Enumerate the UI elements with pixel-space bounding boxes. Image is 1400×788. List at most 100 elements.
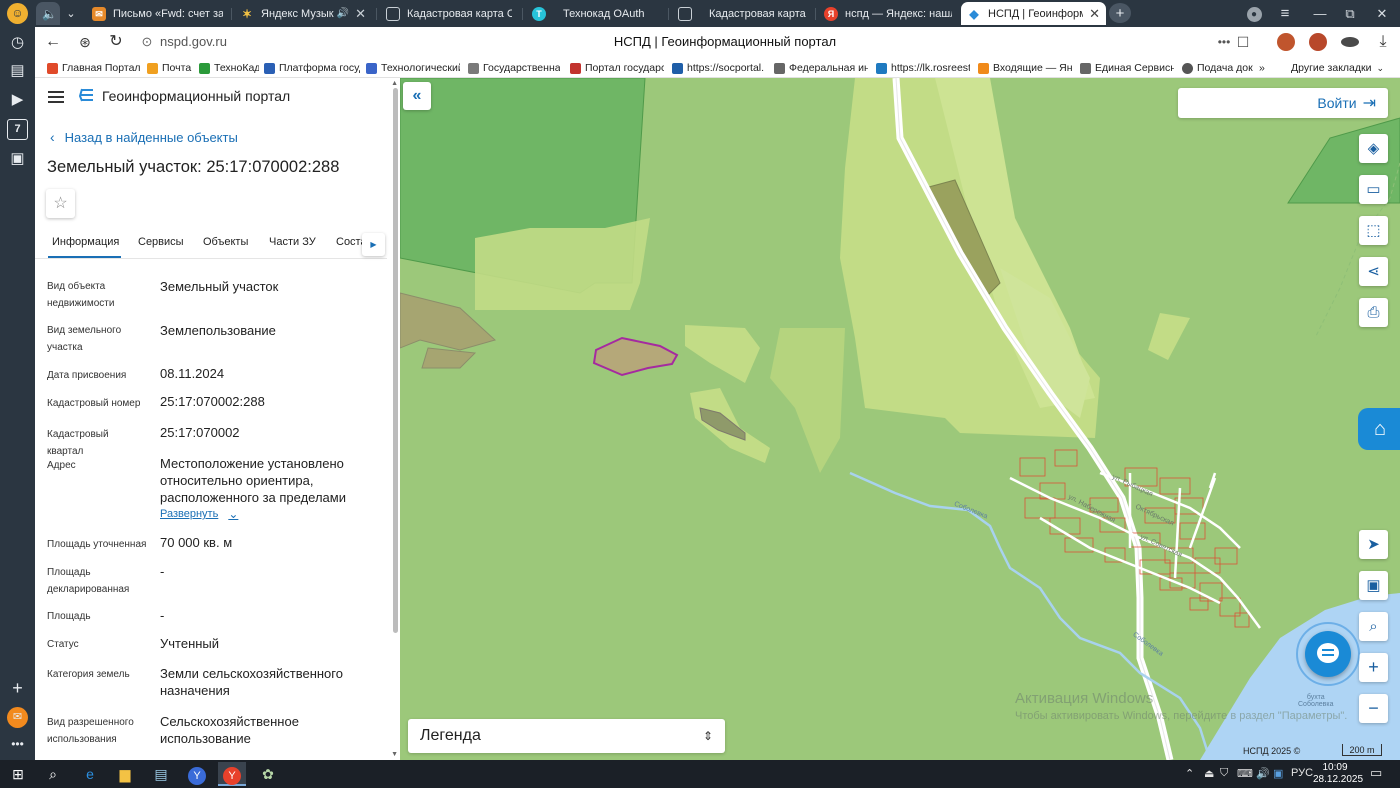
shield-tray-icon[interactable]: ⛉ bbox=[1220, 767, 1228, 780]
profile-avatar-icon[interactable]: ☺ bbox=[7, 3, 28, 24]
bookmark-item[interactable]: https://lk.rosreest bbox=[876, 60, 970, 76]
chat-button[interactable] bbox=[1305, 631, 1351, 677]
bookmark-item[interactable]: https://socportal. bbox=[672, 60, 766, 76]
notifications-icon[interactable]: ▭ bbox=[1370, 765, 1382, 781]
map-canvas[interactable]: ул. Набережная ул. Рыбацкая Октябрьская … bbox=[400, 78, 1400, 760]
bookmark-button[interactable]: ☐ bbox=[1232, 31, 1254, 53]
extension-1-icon[interactable] bbox=[1277, 33, 1295, 51]
screenshot-icon[interactable]: ▣ bbox=[7, 148, 28, 169]
search-location-button[interactable]: ⌕ bbox=[1359, 612, 1388, 641]
tab-services[interactable]: Сервисы bbox=[138, 236, 184, 248]
app-button[interactable]: ▤ bbox=[147, 762, 175, 786]
notes-icon[interactable]: ▤ bbox=[7, 60, 28, 81]
calendar-icon[interactable]: 7 bbox=[7, 119, 28, 140]
bookmark-item[interactable]: Подача док bbox=[1182, 60, 1258, 76]
site-info-button[interactable]: ⊙ bbox=[136, 31, 158, 53]
bookmark-item[interactable]: Государственная bbox=[468, 60, 560, 76]
url-domain[interactable]: nspd.gov.ru bbox=[160, 34, 227, 49]
back-button[interactable]: ← bbox=[42, 31, 64, 53]
panel-scrollbar[interactable] bbox=[393, 88, 398, 633]
zoom-out-button[interactable]: − bbox=[1359, 694, 1388, 723]
tab-technokad[interactable]: T Технокад OAuth bbox=[526, 2, 664, 25]
start-button[interactable]: ⊞ bbox=[4, 762, 32, 786]
tab-objects[interactable]: Объекты bbox=[203, 236, 248, 248]
yandex-browser-button[interactable]: Y bbox=[218, 762, 246, 786]
assistant-tab-button[interactable]: ⌂ bbox=[1358, 408, 1400, 450]
share-button[interactable]: ⋖ bbox=[1359, 257, 1388, 286]
back-to-results-link[interactable]: ‹ Назад в найденные объекты bbox=[50, 129, 238, 145]
new-tab-button[interactable]: + bbox=[1109, 3, 1131, 23]
login-button[interactable]: Войти ⇥ bbox=[1178, 88, 1388, 118]
usb-icon[interactable]: ⏏ bbox=[1204, 767, 1214, 780]
legend-button[interactable]: Легенда ⇕ bbox=[408, 719, 725, 753]
restore-button[interactable]: ⧉ bbox=[1335, 0, 1365, 27]
account-button[interactable]: ● bbox=[1239, 0, 1269, 27]
clock[interactable]: 10:09 28.12.2025 bbox=[1313, 762, 1363, 786]
tool-button[interactable]: ✿ bbox=[254, 762, 282, 786]
scroll-down-arrow[interactable]: ▼ bbox=[391, 751, 398, 758]
bookmark-item[interactable]: Федеральная инф bbox=[774, 60, 868, 76]
bookmark-item[interactable]: Платформа госуд bbox=[264, 60, 360, 76]
bookmark-item[interactable]: Единая Сервисна bbox=[1080, 60, 1174, 76]
url-page-title[interactable]: НСПД | Геоинформационный портал bbox=[555, 34, 895, 49]
extension-3-icon[interactable] bbox=[1341, 37, 1359, 47]
hamburger-icon: ≡ bbox=[1280, 5, 1290, 22]
bookmark-item[interactable]: Почта bbox=[147, 60, 195, 76]
tab-mail[interactable]: ✉ Письмо «Fwd: счет за де bbox=[86, 2, 229, 25]
bookmark-item[interactable]: Входящие — Янде bbox=[978, 60, 1072, 76]
ie-button[interactable]: e bbox=[76, 762, 104, 786]
tab-cadastral-map-2[interactable]: Кадастровая карта Сибир bbox=[672, 2, 812, 25]
print-button[interactable]: ⎙ bbox=[1359, 298, 1388, 327]
player-icon[interactable]: ▶ bbox=[7, 89, 28, 110]
language-indicator[interactable]: РУС bbox=[1291, 767, 1313, 779]
volume-icon[interactable]: 🔊 bbox=[1256, 767, 1270, 780]
bookmark-item[interactable]: Портал государст bbox=[570, 60, 664, 76]
my-location-button[interactable]: ➤ bbox=[1359, 530, 1388, 559]
tab-cadastral-map-1[interactable]: Кадастровая карта Сибир bbox=[380, 2, 518, 25]
collapse-panel-button[interactable]: « bbox=[403, 82, 431, 110]
layers-button[interactable]: ◈ bbox=[1359, 134, 1388, 163]
close-tab-icon[interactable]: ✕ bbox=[355, 6, 366, 22]
minimize-button[interactable]: — bbox=[1305, 0, 1335, 27]
select-area-button[interactable]: ⬚ bbox=[1359, 216, 1388, 245]
history-icon[interactable]: ◷ bbox=[7, 32, 28, 53]
bookmarks-more-button[interactable]: » bbox=[1259, 60, 1273, 76]
bookmark-item[interactable]: ТехноКад bbox=[199, 60, 259, 76]
zoom-in-button[interactable]: + bbox=[1359, 653, 1388, 682]
close-window-button[interactable]: ✕ bbox=[1367, 0, 1397, 27]
close-tab-icon[interactable]: ✕ bbox=[1089, 6, 1100, 22]
downloads-button[interactable]: ⤓ bbox=[1372, 31, 1394, 53]
tab-nspd[interactable]: ◆ НСПД | Геоинформацис ✕ bbox=[961, 2, 1106, 25]
tab-land-parts[interactable]: Части ЗУ bbox=[269, 236, 316, 248]
explorer-button[interactable]: ▆ bbox=[111, 762, 139, 786]
favorite-button[interactable]: ☆ bbox=[46, 189, 75, 218]
tabs-menu-button[interactable]: ⌄ bbox=[61, 2, 81, 25]
add-panel-icon[interactable]: + bbox=[7, 678, 28, 699]
sound-tab-button[interactable]: 🔈 bbox=[36, 2, 60, 25]
reload-button[interactable]: ↻ bbox=[105, 31, 127, 53]
minimap-button[interactable]: ▣ bbox=[1359, 571, 1388, 600]
network-icon[interactable]: ⌨ bbox=[1237, 767, 1253, 780]
bookmark-item[interactable]: Технологический bbox=[366, 60, 460, 76]
app-tray-icon[interactable]: ▣ bbox=[1273, 767, 1283, 780]
yandex-browser-alt-button[interactable]: Y bbox=[183, 762, 211, 786]
more-icon[interactable]: ••• bbox=[7, 734, 28, 755]
tab-information[interactable]: Информация bbox=[52, 236, 119, 248]
other-bookmarks-button[interactable]: Другие закладки ⌄ bbox=[1291, 60, 1391, 76]
chevron-left-icon: ‹ bbox=[50, 129, 55, 145]
map-view[interactable]: ул. Набережная ул. Рыбацкая Октябрьская … bbox=[400, 78, 1400, 760]
browser-menu-button[interactable]: ≡ bbox=[1270, 0, 1300, 27]
extension-2-icon[interactable] bbox=[1309, 33, 1327, 51]
scroll-up-arrow[interactable]: ▲ bbox=[391, 80, 398, 87]
tab-music[interactable]: ✶ Яндекс Музыка — с 🔊 ✕ bbox=[234, 2, 372, 25]
protect-button[interactable]: ⊛ bbox=[74, 31, 96, 53]
expand-address-link[interactable]: Развернуть ⌄ bbox=[160, 507, 238, 521]
search-button[interactable]: ⌕ bbox=[39, 762, 67, 786]
tab-yandex-search[interactable]: Я нспд — Яндекс: нашлось bbox=[818, 2, 958, 25]
bookmark-item[interactable]: Главная Портал 3 bbox=[47, 60, 143, 76]
hamburger-menu-button[interactable] bbox=[48, 90, 64, 104]
tray-overflow-icon[interactable]: ⌃ bbox=[1185, 767, 1194, 780]
mail-app-icon[interactable]: ✉ bbox=[7, 707, 28, 728]
tabs-scroll-right-button[interactable]: ▶ bbox=[362, 233, 385, 256]
ruler-button[interactable]: ▭ bbox=[1359, 175, 1388, 204]
